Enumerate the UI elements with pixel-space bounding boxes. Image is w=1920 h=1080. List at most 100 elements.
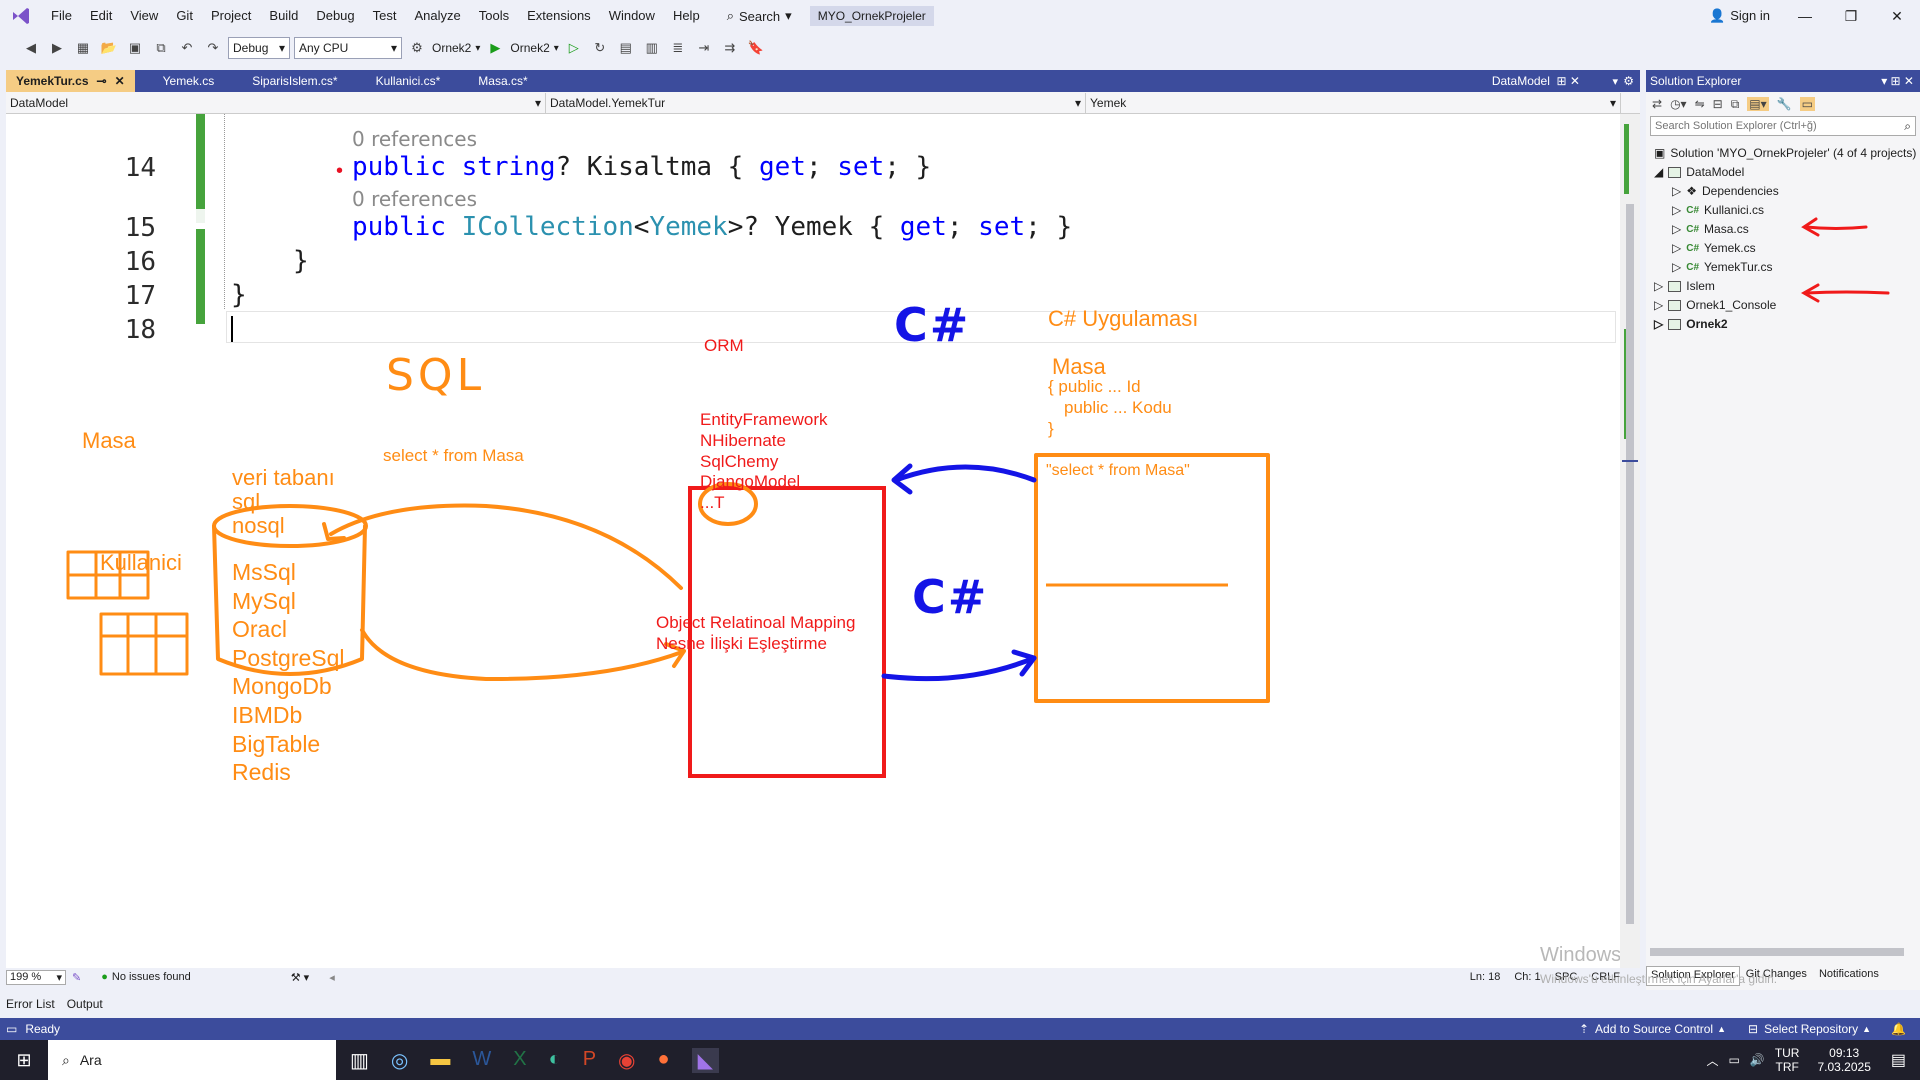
tab-yemektur[interactable]: YemekTur.cs ⊸ ✕ (6, 70, 135, 92)
indent-icon[interactable]: ⇉ (719, 37, 741, 59)
column-indicator[interactable]: Ch: 1 (1514, 971, 1540, 983)
project-dropdown[interactable]: DataModel ▾ (6, 92, 546, 113)
run-without-debug-icon[interactable]: ▷ (563, 37, 585, 59)
tree-item-ornek1-console[interactable]: ▷ Ornek1_Console (1654, 298, 1776, 312)
tree-item-masa[interactable]: ▷ C# Masa.cs (1672, 222, 1749, 236)
menu-debug[interactable]: Debug (307, 0, 363, 32)
open-folder-icon[interactable]: 📂 (98, 37, 120, 59)
menu-test[interactable]: Test (364, 0, 406, 32)
bookmark-icon[interactable]: 🔖 (745, 37, 767, 59)
tab-notifications[interactable]: Notifications (1813, 966, 1885, 986)
chevron-up-icon[interactable]: ︿ (1707, 1052, 1719, 1069)
file-explorer-icon[interactable]: ▬ (430, 1048, 450, 1073)
menu-file[interactable]: File (42, 0, 81, 32)
menu-project[interactable]: Project (202, 0, 260, 32)
tree-item-dependencies[interactable]: ▷ ❖ Dependencies (1672, 184, 1779, 198)
code-editor[interactable]: 0 references 14 • public string? Kisaltm… (6, 114, 1620, 970)
brush-icon[interactable]: ✎ (72, 971, 81, 984)
language-indicator[interactable]: TUR TRF (1775, 1046, 1800, 1074)
tree-item-islem[interactable]: ▷ Islem (1654, 279, 1715, 293)
horizontal-scroll-thumb[interactable] (1650, 948, 1904, 956)
menu-git[interactable]: Git (167, 0, 202, 32)
powerpoint-icon[interactable]: P (583, 1048, 596, 1073)
visual-studio-taskbar-icon[interactable]: ◣ (691, 1047, 719, 1073)
search-button[interactable]: ⌕ Search ▾ (719, 8, 800, 24)
tab-siparisislem[interactable]: SiparisIslem.cs* (242, 70, 347, 92)
solution-search-input[interactable] (1655, 120, 1875, 132)
zoom-select[interactable]: 199 % ▾ (6, 969, 66, 985)
menu-window[interactable]: Window (600, 0, 664, 32)
solution-search-box[interactable]: ⌕ (1650, 116, 1916, 136)
close-icon[interactable]: ✕ (1874, 0, 1920, 32)
tab-yemek[interactable]: Yemek.cs (153, 70, 225, 92)
tree-item-yemek[interactable]: ▷ C# Yemek.cs (1672, 241, 1756, 255)
back-icon[interactable]: ◀ (20, 37, 42, 59)
play-icon[interactable]: ▶ (484, 37, 506, 59)
menu-analyze[interactable]: Analyze (405, 0, 469, 32)
solution-root[interactable]: ▣ Solution 'MYO_OrnekProjeler' (4 of 4 pr… (1654, 146, 1916, 160)
new-project-icon[interactable]: ▦ (72, 37, 94, 59)
preview-icon[interactable]: ▭ (1799, 97, 1815, 111)
tab-masa[interactable]: Masa.cs* (468, 70, 537, 92)
tab-error-list[interactable]: Error List (0, 997, 61, 1011)
sync-icon[interactable]: ⇄ (1652, 97, 1662, 111)
close-icon[interactable]: ✕ (115, 70, 125, 92)
issues-status[interactable]: No issues found (112, 971, 191, 983)
clock[interactable]: 09:13 7.03.2025 (1817, 1046, 1870, 1074)
tree-item-yemektur[interactable]: ▷ C# YemekTur.cs (1672, 260, 1773, 274)
excel-icon[interactable]: X (513, 1048, 526, 1073)
chevron-down-icon[interactable]: ▾ (1612, 75, 1618, 88)
chrome-icon[interactable]: ◉ (618, 1048, 635, 1073)
word-icon[interactable]: W (472, 1048, 491, 1073)
line-indicator[interactable]: Ln: 18 (1470, 971, 1501, 983)
copilot-app-icon[interactable]: ◎ (391, 1048, 408, 1073)
edge-icon[interactable]: ◐ (549, 1048, 561, 1073)
restore-icon[interactable]: ❐ (1828, 0, 1874, 32)
gear-icon[interactable]: ⚙ (1623, 74, 1634, 88)
menu-build[interactable]: Build (260, 0, 307, 32)
cleanup-icon[interactable]: ⚒ ▾ (291, 971, 309, 984)
history-icon[interactable]: ◷▾ (1670, 97, 1687, 111)
select-repository-button[interactable]: Select Repository (1764, 1022, 1858, 1036)
menu-extensions[interactable]: Extensions (518, 0, 600, 32)
firefox-icon[interactable]: ● (657, 1048, 669, 1073)
layout-icon[interactable]: ▥ (641, 37, 663, 59)
scroll-thumb[interactable] (1626, 204, 1634, 924)
wrench-icon[interactable]: 🔧 (1777, 97, 1792, 111)
save-all-icon[interactable]: ⧉ (150, 37, 172, 59)
panel-controls[interactable]: ▾ ⊞ ✕ (1881, 70, 1914, 92)
editor-vertical-scrollbar[interactable] (1620, 114, 1640, 970)
tab-kullanici[interactable]: Kullanici.cs* (366, 70, 451, 92)
task-view-icon[interactable]: ▥ (350, 1048, 369, 1073)
copy-icon[interactable]: ⧉ (1731, 97, 1740, 112)
configuration-select[interactable]: Debug ▾ (228, 37, 290, 59)
bell-icon[interactable]: 🔔 (1891, 1022, 1906, 1036)
sign-in-button[interactable]: 👤 Sign in (1709, 0, 1770, 32)
show-all-files-icon[interactable]: ▤▾ (1747, 97, 1769, 111)
visual-studio-logo-icon[interactable] (0, 5, 42, 27)
taskbar-search-box[interactable]: ⌕ Ara (48, 1040, 336, 1080)
redo-icon[interactable]: ↷ (202, 37, 224, 59)
undo-icon[interactable]: ↶ (176, 37, 198, 59)
menu-edit[interactable]: Edit (81, 0, 121, 32)
menu-tools[interactable]: Tools (470, 0, 518, 32)
platform-select[interactable]: Any CPU ▾ (294, 37, 402, 59)
pin-icon[interactable]: ⊸ (97, 70, 107, 92)
network-icon[interactable]: ▭ (1729, 1053, 1740, 1067)
forward-icon[interactable]: ▶ (46, 37, 68, 59)
tree-item-ornek2[interactable]: ▷ Ornek2 (1654, 317, 1728, 331)
notification-center-icon[interactable]: ▤ (1891, 1050, 1906, 1070)
tab-output[interactable]: Output (61, 997, 109, 1011)
tree-item-kullanici[interactable]: ▷ C# Kullanici.cs (1672, 203, 1764, 217)
type-dropdown[interactable]: DataModel.YemekTur ▾ (546, 92, 1086, 113)
browser-icon[interactable]: ▤ (615, 37, 637, 59)
switch-view-icon[interactable]: ⇋ (1695, 97, 1705, 111)
save-icon[interactable]: ▣ (124, 37, 146, 59)
windows-start-icon[interactable]: ⊞ (0, 1050, 48, 1071)
menu-view[interactable]: View (121, 0, 167, 32)
startup-project-select[interactable]: Ornek2 (432, 41, 471, 55)
run-target-button[interactable]: Ornek2 (510, 41, 549, 55)
hot-reload-icon[interactable]: ↻ (589, 37, 611, 59)
tree-item-datamodel[interactable]: ◢ DataModel (1654, 165, 1744, 179)
menu-help[interactable]: Help (664, 0, 709, 32)
